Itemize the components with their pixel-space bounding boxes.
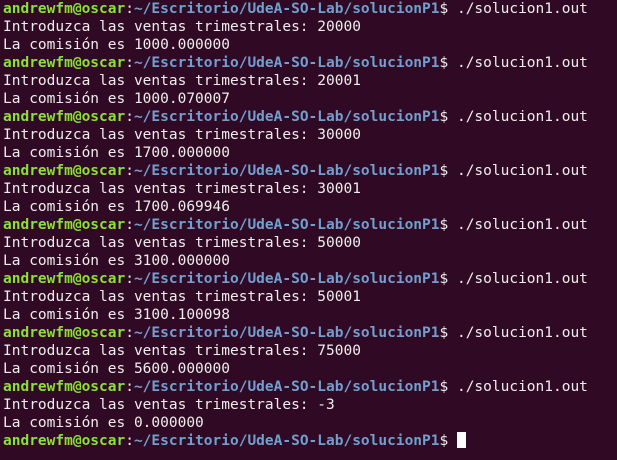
command-text: ./solucion1.out xyxy=(456,325,588,341)
input-prompt-line: Introduzca las ventas trimestrales: 2000… xyxy=(3,19,361,35)
prompt-separator: : xyxy=(125,433,134,449)
prompt-user-host: andrewfm@oscar xyxy=(3,433,126,449)
prompt-cwd: ~/Escritorio/UdeA-SO-Lab/solucionP1 xyxy=(133,271,440,287)
prompt-separator: : xyxy=(125,379,134,395)
prompt-symbol: $ xyxy=(439,379,449,395)
prompt-user-host: andrewfm@oscar xyxy=(3,163,126,179)
command-text: ./solucion1.out xyxy=(456,271,588,287)
result-line: La comisión es 1700.000000 xyxy=(3,145,230,161)
input-prompt-line: Introduzca las ventas trimestrales: 7500… xyxy=(3,343,361,359)
prompt-line: andrewfm@oscar:~/Escritorio/UdeA-SO-Lab/… xyxy=(3,324,617,342)
prompt-line: andrewfm@oscar:~/Escritorio/UdeA-SO-Lab/… xyxy=(3,162,617,180)
result-line: La comisión es 1000.070007 xyxy=(3,91,230,107)
prompt-user-host: andrewfm@oscar xyxy=(3,55,126,71)
input-prompt-line: Introduzca las ventas trimestrales: 5000… xyxy=(3,235,361,251)
prompt-separator: : xyxy=(125,109,134,125)
prompt-symbol: $ xyxy=(439,271,449,287)
command-text: ./solucion1.out xyxy=(456,1,588,17)
prompt-line: andrewfm@oscar:~/Escritorio/UdeA-SO-Lab/… xyxy=(3,270,617,288)
prompt-separator: : xyxy=(125,217,134,233)
command-text: ./solucion1.out xyxy=(456,109,588,125)
input-prompt-line: Introduzca las ventas trimestrales: 2000… xyxy=(3,73,361,89)
prompt-symbol: $ xyxy=(439,433,449,449)
prompt-symbol: $ xyxy=(439,217,449,233)
prompt-cwd: ~/Escritorio/UdeA-SO-Lab/solucionP1 xyxy=(133,1,440,17)
prompt-cwd: ~/Escritorio/UdeA-SO-Lab/solucionP1 xyxy=(133,433,440,449)
input-prompt-line: Introduzca las ventas trimestrales: 5000… xyxy=(3,289,361,305)
prompt-user-host: andrewfm@oscar xyxy=(3,1,126,17)
prompt-cwd: ~/Escritorio/UdeA-SO-Lab/solucionP1 xyxy=(133,109,440,125)
prompt-separator: : xyxy=(125,1,134,17)
prompt-symbol: $ xyxy=(439,55,449,71)
input-prompt-line: Introduzca las ventas trimestrales: 3000… xyxy=(3,127,361,143)
command-text: ./solucion1.out xyxy=(456,379,588,395)
prompt-separator: : xyxy=(125,55,134,71)
prompt-line: andrewfm@oscar:~/Escritorio/UdeA-SO-Lab/… xyxy=(3,0,617,18)
prompt-cwd: ~/Escritorio/UdeA-SO-Lab/solucionP1 xyxy=(133,55,440,71)
prompt-user-host: andrewfm@oscar xyxy=(3,379,126,395)
prompt-cwd: ~/Escritorio/UdeA-SO-Lab/solucionP1 xyxy=(133,325,440,341)
command-text: ./solucion1.out xyxy=(456,163,588,179)
result-line: La comisión es 5600.000000 xyxy=(3,361,230,377)
command-text: ./solucion1.out xyxy=(456,217,588,233)
result-line: La comisión es 3100.000000 xyxy=(3,253,230,269)
prompt-separator: : xyxy=(125,271,134,287)
prompt-user-host: andrewfm@oscar xyxy=(3,109,126,125)
result-line: La comisión es 0.000000 xyxy=(3,415,204,431)
prompt-cwd: ~/Escritorio/UdeA-SO-Lab/solucionP1 xyxy=(133,163,440,179)
prompt-line: andrewfm@oscar:~/Escritorio/UdeA-SO-Lab/… xyxy=(3,108,617,126)
prompt-line: andrewfm@oscar:~/Escritorio/UdeA-SO-Lab/… xyxy=(3,54,617,72)
result-line: La comisión es 3100.100098 xyxy=(3,307,230,323)
input-prompt-line: Introduzca las ventas trimestrales: -3 xyxy=(3,397,335,413)
prompt-line: andrewfm@oscar:~/Escritorio/UdeA-SO-Lab/… xyxy=(3,432,617,450)
prompt-cwd: ~/Escritorio/UdeA-SO-Lab/solucionP1 xyxy=(133,217,440,233)
prompt-symbol: $ xyxy=(439,163,449,179)
prompt-user-host: andrewfm@oscar xyxy=(3,325,126,341)
prompt-user-host: andrewfm@oscar xyxy=(3,217,126,233)
input-prompt-line: Introduzca las ventas trimestrales: 3000… xyxy=(3,181,361,197)
prompt-separator: : xyxy=(125,325,134,341)
prompt-symbol: $ xyxy=(439,325,449,341)
command-text: ./solucion1.out xyxy=(456,55,588,71)
prompt-separator: : xyxy=(125,163,134,179)
result-line: La comisión es 1700.069946 xyxy=(3,199,230,215)
terminal-window[interactable]: andrewfm@oscar:~/Escritorio/UdeA-SO-Lab/… xyxy=(0,0,617,460)
prompt-symbol: $ xyxy=(439,1,449,17)
prompt-line: andrewfm@oscar:~/Escritorio/UdeA-SO-Lab/… xyxy=(3,378,617,396)
prompt-cwd: ~/Escritorio/UdeA-SO-Lab/solucionP1 xyxy=(133,379,440,395)
text-cursor[interactable] xyxy=(456,432,466,448)
prompt-user-host: andrewfm@oscar xyxy=(3,271,126,287)
prompt-symbol: $ xyxy=(439,109,449,125)
prompt-line: andrewfm@oscar:~/Escritorio/UdeA-SO-Lab/… xyxy=(3,216,617,234)
result-line: La comisión es 1000.000000 xyxy=(3,37,230,53)
